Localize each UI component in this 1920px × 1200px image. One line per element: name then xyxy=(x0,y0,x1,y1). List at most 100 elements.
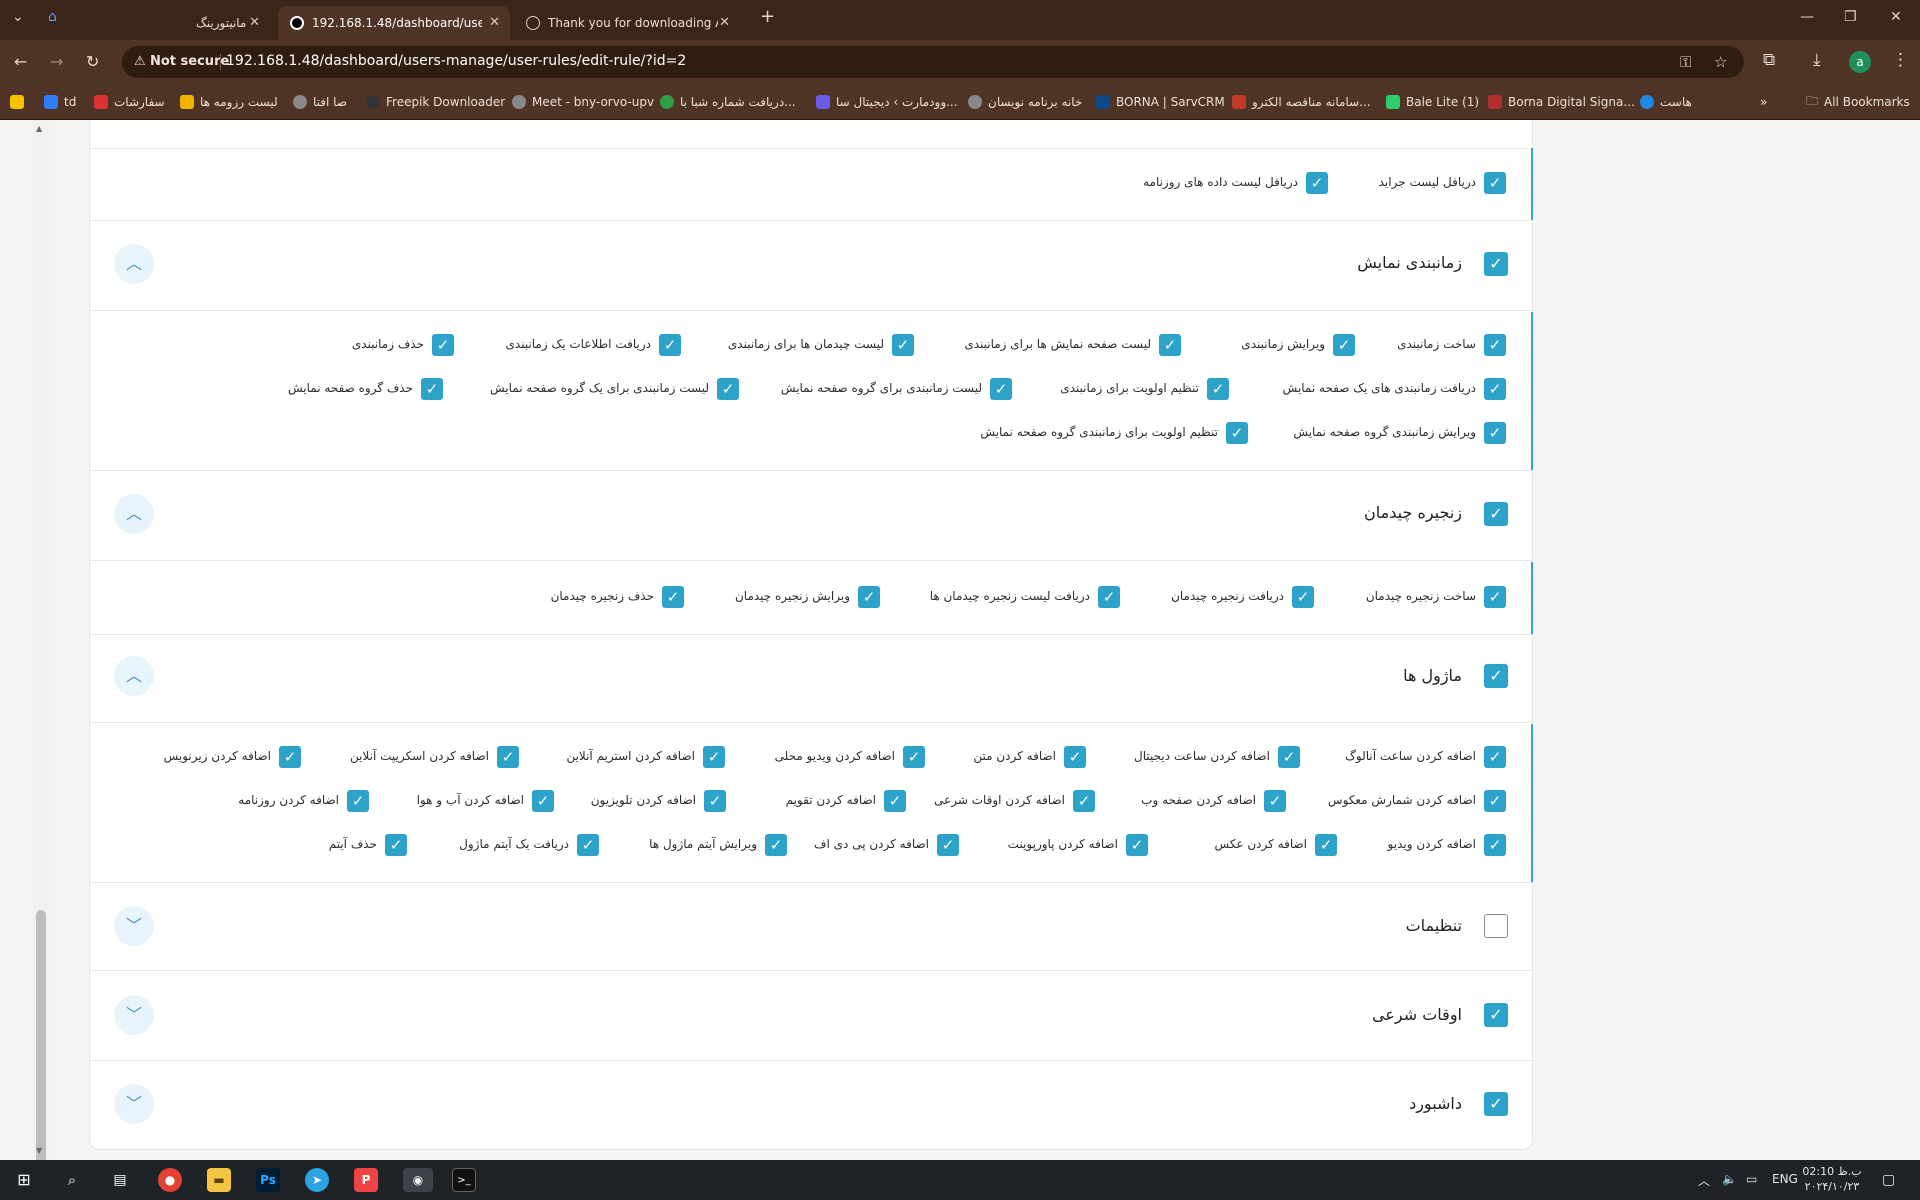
terminal-icon[interactable]: >_ xyxy=(452,1168,476,1192)
section-checkbox[interactable]: ✓ xyxy=(1484,664,1508,688)
bookmark-item[interactable]: td xyxy=(44,93,76,111)
permission-checkbox[interactable]: ✓ xyxy=(1126,834,1148,856)
scroll-up-icon[interactable]: ▲ xyxy=(36,124,42,133)
bookmark-item[interactable]: سامانه مناقصه الکترو... xyxy=(1232,93,1371,111)
permission-checkbox[interactable]: ✓ xyxy=(662,586,684,608)
restore-icon[interactable]: ❐ xyxy=(1844,9,1857,25)
section-checkbox[interactable]: ✓ xyxy=(1484,914,1508,938)
permission-checkbox[interactable]: ✓ xyxy=(1064,746,1086,768)
permission-checkbox[interactable]: ✓ xyxy=(1306,172,1328,194)
chevron-down-icon[interactable]: ﹀ xyxy=(114,995,154,1035)
permission-checkbox[interactable]: ✓ xyxy=(990,378,1012,400)
permission-checkbox[interactable]: ✓ xyxy=(432,334,454,356)
permission-checkbox[interactable]: ✓ xyxy=(1098,586,1120,608)
url-text[interactable]: 192.168.1.48/dashboard/users-manage/user… xyxy=(226,53,686,69)
file-explorer-icon[interactable]: ▬ xyxy=(207,1168,231,1192)
language-indicator[interactable]: ENG xyxy=(1772,1172,1798,1186)
permission-checkbox[interactable]: ✓ xyxy=(703,746,725,768)
chevron-up-icon[interactable]: ︿ xyxy=(114,494,154,534)
page-scrollbar[interactable]: ▲ ▼ xyxy=(33,120,49,1200)
bookmark-item[interactable]: Freepik Downloader xyxy=(366,93,505,111)
permission-checkbox[interactable]: ✓ xyxy=(1315,834,1337,856)
security-label[interactable]: Not secure xyxy=(150,54,229,69)
new-tab-button[interactable]: + xyxy=(760,6,775,27)
tab-active[interactable]: 192.168.1.48/dashboard/users- ✕ xyxy=(278,6,510,40)
permission-checkbox[interactable]: ✓ xyxy=(659,334,681,356)
download-icon[interactable]: ⤓ xyxy=(1813,50,1821,70)
permission-checkbox[interactable]: ✓ xyxy=(1484,586,1506,608)
notification-icon[interactable]: ▢ xyxy=(1882,1172,1895,1188)
permission-checkbox[interactable]: ✓ xyxy=(385,834,407,856)
volume-icon[interactable]: 🔈 xyxy=(1722,1172,1737,1186)
permission-checkbox[interactable]: ✓ xyxy=(858,586,880,608)
bookmark-item[interactable]: صا افتا xyxy=(293,93,347,111)
all-bookmarks-button[interactable]: 🗀 All Bookmarks xyxy=(1806,93,1910,111)
bookmark-item[interactable]: هاست xyxy=(1640,93,1692,111)
permission-checkbox[interactable]: ✓ xyxy=(1333,334,1355,356)
permission-checkbox[interactable]: ✓ xyxy=(1073,790,1095,812)
permission-checkbox[interactable]: ✓ xyxy=(717,378,739,400)
permission-checkbox[interactable]: ✓ xyxy=(532,790,554,812)
tab-download[interactable]: Thank you for downloading An ✕ xyxy=(514,6,740,40)
window-close-icon[interactable]: ✕ xyxy=(1890,9,1902,25)
bookmark-item[interactable]: لیست رزومه ها xyxy=(180,93,278,111)
app-p-icon[interactable]: P xyxy=(354,1168,378,1192)
permission-checkbox[interactable]: ✓ xyxy=(903,746,925,768)
reload-icon[interactable]: ↻ xyxy=(86,52,99,71)
task-view-icon[interactable]: ▤ xyxy=(108,1168,132,1192)
permission-checkbox[interactable]: ✓ xyxy=(937,834,959,856)
tab-search-icon[interactable]: ⌄ xyxy=(12,9,24,25)
search-icon[interactable]: ⌕ xyxy=(60,1168,84,1192)
bookmark-item[interactable]: خانه برنامه نویسان xyxy=(968,93,1082,111)
minimize-icon[interactable]: — xyxy=(1800,9,1814,25)
close-icon[interactable]: ✕ xyxy=(489,15,500,30)
permission-checkbox[interactable]: ✓ xyxy=(421,378,443,400)
bookmark-item[interactable]: دریافت شماره شبا با... xyxy=(660,93,796,111)
key-icon[interactable]: ⚿ xyxy=(1680,53,1691,71)
section-checkbox[interactable]: ✓ xyxy=(1484,1092,1508,1116)
permission-checkbox[interactable]: ✓ xyxy=(1264,790,1286,812)
permission-checkbox[interactable]: ✓ xyxy=(1484,172,1506,194)
more-bookmarks-button[interactable]: » xyxy=(1760,93,1767,111)
bookmark-item[interactable]: سفارشات xyxy=(94,93,165,111)
chevron-up-icon[interactable]: ︿ xyxy=(114,656,154,696)
warning-icon[interactable]: ⚠ xyxy=(134,54,146,69)
section-checkbox[interactable]: ✓ xyxy=(1484,502,1508,526)
network-icon[interactable]: ▭ xyxy=(1746,1172,1757,1186)
permission-checkbox[interactable]: ✓ xyxy=(1484,834,1506,856)
permission-checkbox[interactable]: ✓ xyxy=(577,834,599,856)
section-checkbox[interactable]: ✓ xyxy=(1484,252,1508,276)
chrome-profile-icon[interactable]: ◉ xyxy=(403,1168,433,1192)
windows-start-icon[interactable]: ⊞ xyxy=(12,1168,36,1192)
extensions-icon[interactable]: ⧉ xyxy=(1763,50,1775,70)
permission-checkbox[interactable]: ✓ xyxy=(347,790,369,812)
permission-checkbox[interactable]: ✓ xyxy=(279,746,301,768)
permission-checkbox[interactable]: ✓ xyxy=(1484,334,1506,356)
bookmark-item[interactable]: Borna Digital Signa... xyxy=(1488,93,1635,111)
permission-checkbox[interactable]: ✓ xyxy=(1484,422,1506,444)
close-icon[interactable]: ✕ xyxy=(249,15,260,30)
bookmark-star-icon[interactable]: ☆ xyxy=(1714,53,1727,71)
scroll-down-icon[interactable]: ▼ xyxy=(36,1146,42,1155)
scrollbar-thumb[interactable] xyxy=(36,910,46,1200)
address-bar[interactable]: ⚠ Not secure 192.168.1.48/dashboard/user… xyxy=(122,46,1744,78)
chevron-up-icon[interactable]: ︿ xyxy=(114,244,154,284)
forward-icon[interactable]: → xyxy=(50,52,63,71)
menu-icon[interactable]: ⋮ xyxy=(1892,50,1909,70)
permission-checkbox[interactable]: ✓ xyxy=(1226,422,1248,444)
permission-checkbox[interactable]: ✓ xyxy=(1292,586,1314,608)
profile-avatar[interactable]: a xyxy=(1849,51,1871,73)
permission-checkbox[interactable]: ✓ xyxy=(704,790,726,812)
chrome-icon[interactable]: ● xyxy=(158,1168,182,1192)
tab-monitoring[interactable]: مانیتورینگ ✕ xyxy=(64,6,270,40)
permission-checkbox[interactable]: ✓ xyxy=(1207,378,1229,400)
permission-checkbox[interactable]: ✓ xyxy=(1484,790,1506,812)
close-icon[interactable]: ✕ xyxy=(719,15,730,30)
back-icon[interactable]: ← xyxy=(14,52,27,71)
tray-overflow-icon[interactable]: ︿ xyxy=(1698,1172,1710,1189)
permission-checkbox[interactable]: ✓ xyxy=(1159,334,1181,356)
permission-checkbox[interactable]: ✓ xyxy=(1484,378,1506,400)
permission-checkbox[interactable]: ✓ xyxy=(1484,746,1506,768)
bookmark-yellow-icon[interactable] xyxy=(10,93,30,111)
bookmark-item[interactable]: Bale Lite (1) xyxy=(1386,93,1479,111)
